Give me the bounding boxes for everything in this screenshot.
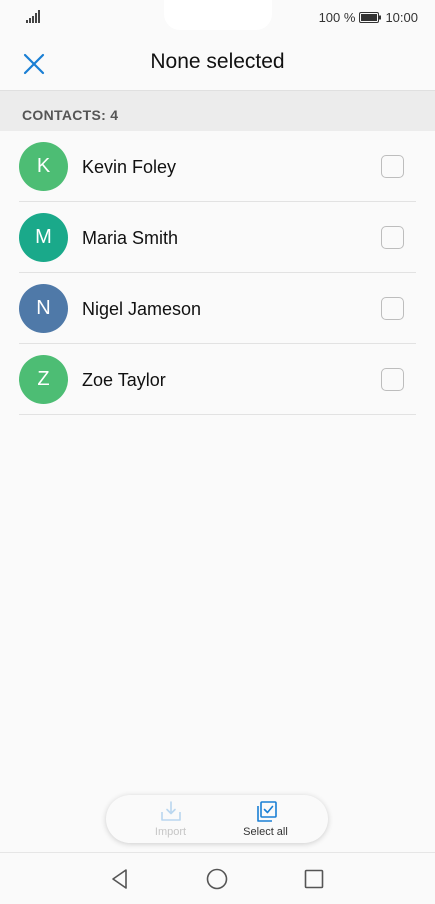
contact-row[interactable]: K Kevin Foley (0, 131, 435, 202)
contacts-count-label: CONTACTS: 4 (22, 107, 119, 123)
home-icon[interactable] (205, 867, 229, 891)
contact-checkbox[interactable] (381, 226, 404, 249)
select-all-icon (256, 801, 277, 822)
contact-row[interactable]: Z Zoe Taylor (0, 344, 435, 415)
contact-checkbox[interactable] (381, 297, 404, 320)
contact-row[interactable]: M Maria Smith (0, 202, 435, 273)
camera-notch (164, 0, 272, 30)
avatar: K (19, 142, 68, 191)
recents-icon[interactable] (302, 867, 326, 891)
navigation-bar (0, 852, 435, 904)
page-title: None selected (150, 50, 285, 73)
contact-list: K Kevin Foley M Maria Smith N Nigel Jame… (0, 131, 435, 415)
contact-name: Kevin Foley (82, 157, 177, 177)
import-icon (160, 801, 181, 821)
select-all-button[interactable]: Select all (210, 795, 321, 843)
contact-checkbox[interactable] (381, 368, 404, 391)
status-bar: 100 % 10:00 (0, 0, 435, 34)
avatar: Z (19, 355, 68, 404)
contact-checkbox[interactable] (381, 155, 404, 178)
action-bar: Import Select all (106, 795, 328, 843)
signal-icon (26, 10, 40, 23)
battery-percentage: 100 % (318, 10, 356, 25)
back-icon[interactable] (108, 867, 132, 891)
clock: 10:00 (385, 10, 418, 25)
avatar: N (19, 284, 68, 333)
contact-name: Nigel Jameson (82, 299, 202, 319)
contact-name: Zoe Taylor (82, 370, 166, 390)
status-right: 100 % 10:00 (319, 10, 418, 25)
app-header: None selected (0, 34, 435, 90)
avatar: M (19, 213, 68, 262)
contact-row[interactable]: N Nigel Jameson (0, 273, 435, 344)
select-all-label: Select all (243, 826, 288, 838)
section-header: CONTACTS: 4 (0, 90, 435, 131)
contact-name: Maria Smith (82, 228, 179, 248)
screen: 100 % 10:00 None selected CONTACTS: 4 K … (0, 0, 435, 904)
battery-icon (359, 12, 382, 23)
